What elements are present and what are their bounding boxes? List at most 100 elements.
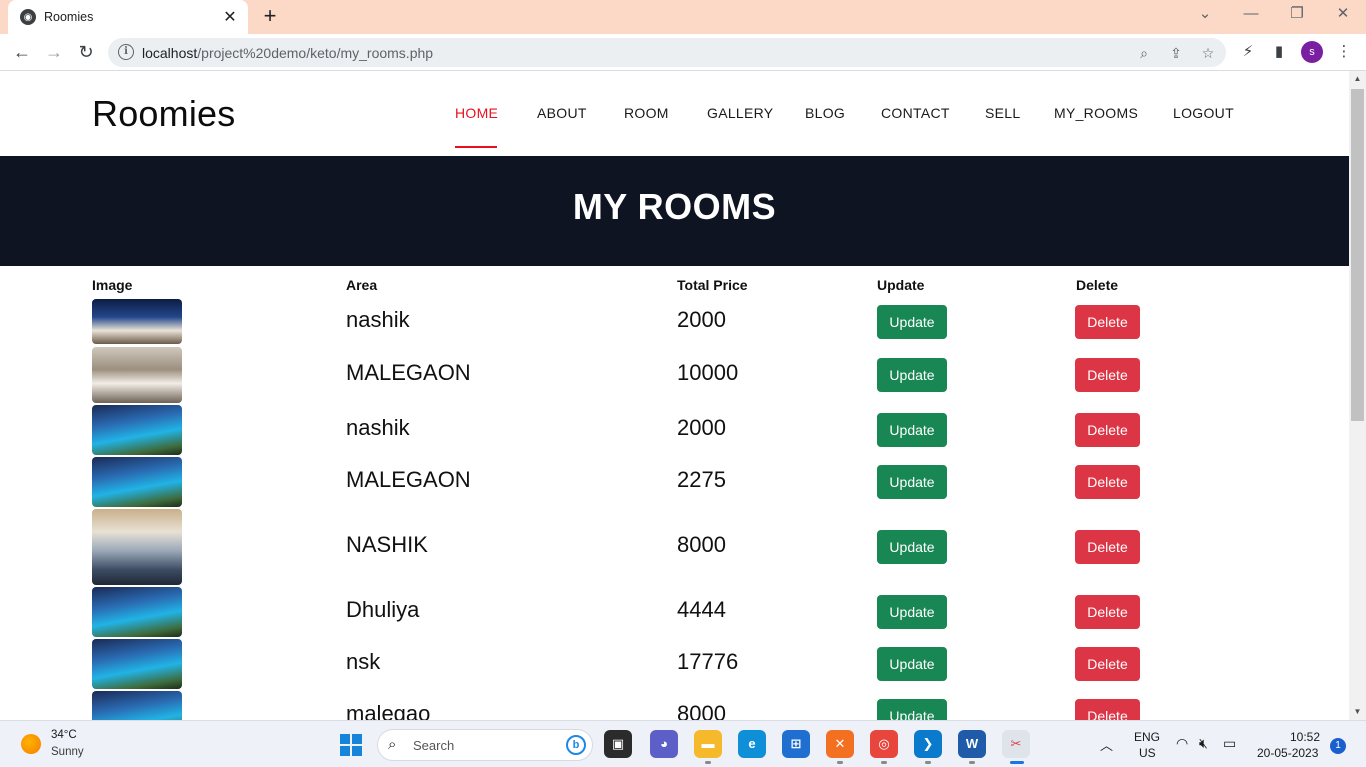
room-price: 2275: [677, 467, 726, 492]
xampp-icon[interactable]: ✕: [826, 730, 854, 764]
tab-search-icon[interactable]: ⌄: [1182, 0, 1228, 30]
update-button[interactable]: Update: [877, 595, 947, 629]
page-scrollbar[interactable]: ▲ ▼: [1349, 71, 1366, 720]
update-button[interactable]: Update: [877, 413, 947, 447]
nav-contact[interactable]: CONTACT: [881, 105, 950, 121]
room-price: 2000: [677, 307, 726, 332]
browser-menu-icon[interactable]: ⋮: [1333, 41, 1355, 63]
update-button[interactable]: Update: [877, 530, 947, 564]
clock-time[interactable]: 10:52: [1290, 730, 1320, 744]
forward-icon[interactable]: →: [42, 40, 66, 64]
taskbar-search[interactable]: ⌕ Search b: [377, 729, 593, 761]
delete-button[interactable]: Delete: [1075, 699, 1140, 720]
profile-avatar[interactable]: s: [1301, 41, 1323, 63]
zoom-icon[interactable]: ⌕: [1134, 43, 1154, 63]
delete-button[interactable]: Delete: [1075, 465, 1140, 499]
weather-desc[interactable]: Sunny: [51, 746, 84, 758]
language-code[interactable]: ENG: [1134, 730, 1160, 744]
nav-blog[interactable]: BLOG: [805, 105, 845, 121]
tab-title: Roomies: [44, 10, 94, 24]
vscode-icon[interactable]: ❯: [914, 730, 942, 764]
wifi-icon[interactable]: ◠: [1176, 735, 1188, 752]
chrome-icon[interactable]: ◎: [870, 730, 898, 764]
url-text[interactable]: localhost/project%20demo/keto/my_rooms.p…: [142, 45, 433, 61]
page-title: MY ROOMS: [572, 186, 777, 227]
sun-icon[interactable]: [21, 734, 41, 754]
delete-button[interactable]: Delete: [1075, 647, 1140, 681]
nav-logout[interactable]: LOGOUT: [1173, 105, 1234, 121]
room-area: Dhuliya: [346, 597, 420, 622]
update-button[interactable]: Update: [877, 358, 947, 392]
region-code[interactable]: US: [1139, 746, 1156, 760]
close-window-icon[interactable]: ✕: [1320, 0, 1366, 30]
delete-button[interactable]: Delete: [1075, 595, 1140, 629]
address-bar[interactable]: i localhost/project%20demo/keto/my_rooms…: [108, 38, 1226, 67]
room-image: [92, 405, 182, 455]
nav-home[interactable]: HOME: [455, 105, 498, 121]
browser-tab[interactable]: ◉ Roomies ✕: [8, 0, 248, 34]
update-button[interactable]: Update: [877, 647, 947, 681]
room-area: MALEGAON: [346, 467, 471, 492]
search-label: Search: [413, 738, 455, 753]
tray-overflow-icon[interactable]: ︿: [1100, 735, 1113, 754]
edge-icon[interactable]: e: [738, 730, 766, 758]
bing-icon[interactable]: b: [566, 735, 586, 755]
active-nav-indicator: [455, 146, 497, 148]
close-tab-icon[interactable]: ✕: [222, 7, 238, 27]
word-icon[interactable]: W: [958, 730, 986, 764]
room-image: [92, 347, 182, 403]
nav-my-rooms[interactable]: MY_ROOMS: [1054, 105, 1138, 121]
battery-icon[interactable]: ▭: [1223, 735, 1236, 752]
notification-badge[interactable]: 1: [1330, 738, 1346, 754]
header-area: Area: [346, 277, 378, 293]
header-update: Update: [877, 277, 925, 293]
nav-about[interactable]: ABOUT: [537, 105, 587, 121]
header-image: Image: [92, 277, 133, 293]
chat-icon[interactable]: ◕: [650, 730, 678, 758]
restore-icon[interactable]: ❐: [1274, 0, 1320, 30]
room-area: nashik: [346, 307, 410, 332]
update-button[interactable]: Update: [877, 305, 947, 339]
back-icon[interactable]: ←: [10, 40, 34, 64]
nav-gallery[interactable]: GALLERY: [707, 105, 773, 121]
delete-button[interactable]: Delete: [1075, 413, 1140, 447]
nav-sell[interactable]: SELL: [985, 105, 1020, 121]
room-area: nashik: [346, 415, 410, 440]
site-info-icon[interactable]: i: [118, 44, 134, 60]
nav-room[interactable]: ROOM: [624, 105, 669, 121]
update-button[interactable]: Update: [877, 699, 947, 720]
site-header: Roomies HOME ABOUT ROOM GALLERY BLOG CON…: [0, 71, 1349, 156]
globe-icon: ◉: [20, 9, 36, 25]
scroll-up-icon[interactable]: ▲: [1349, 71, 1366, 87]
minimize-icon[interactable]: —: [1228, 0, 1274, 30]
delete-button[interactable]: Delete: [1075, 358, 1140, 392]
extensions-icon[interactable]: ⚡: [1237, 41, 1259, 63]
scrollbar-thumb[interactable]: [1351, 89, 1364, 421]
share-icon[interactable]: ⇪: [1166, 43, 1186, 63]
bookmark-star-icon[interactable]: ☆: [1198, 43, 1218, 63]
room-price: 4444: [677, 597, 726, 622]
volume-muted-icon[interactable]: 🔇︎: [1199, 735, 1208, 752]
file-explorer-icon[interactable]: ▬: [694, 730, 722, 764]
delete-button[interactable]: Delete: [1075, 530, 1140, 564]
weather-temp[interactable]: 34°C: [51, 729, 77, 741]
room-image: [92, 639, 182, 689]
update-button[interactable]: Update: [877, 465, 947, 499]
clock-date[interactable]: 20-05-2023: [1257, 746, 1318, 760]
store-icon[interactable]: ⊞: [782, 730, 810, 758]
site-logo[interactable]: Roomies: [92, 93, 235, 135]
task-view-icon[interactable]: ▣: [604, 730, 632, 758]
scroll-down-icon[interactable]: ▼: [1349, 704, 1366, 720]
room-image: [92, 457, 182, 507]
delete-button[interactable]: Delete: [1075, 305, 1140, 339]
room-area: malegao: [346, 701, 431, 720]
room-area: nsk: [346, 649, 381, 674]
new-tab-button[interactable]: +: [258, 4, 282, 28]
reload-icon[interactable]: ↻: [74, 40, 98, 64]
snipping-tool-icon[interactable]: ✂: [1002, 730, 1030, 764]
room-price: 8000: [677, 701, 726, 720]
header-total-price: Total Price: [677, 277, 748, 293]
search-icon: ⌕: [388, 736, 397, 753]
side-panel-icon[interactable]: ▮: [1268, 41, 1290, 63]
start-icon[interactable]: [340, 734, 362, 756]
